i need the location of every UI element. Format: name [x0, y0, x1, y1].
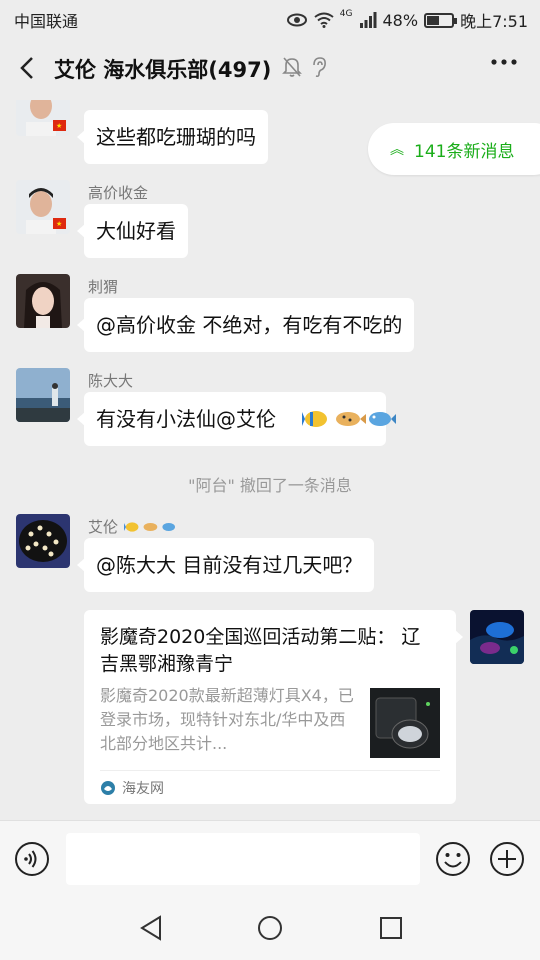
avatar[interactable]: [16, 368, 70, 422]
new-messages-label: 141条新消息: [414, 141, 515, 162]
card-divider: [100, 770, 440, 771]
bell-off-icon: [282, 57, 302, 77]
recall-notice: "阿台" 撤回了一条消息: [188, 476, 352, 495]
network-type: 4G: [339, 9, 353, 19]
new-messages-button[interactable]: ︽ 141条新消息: [368, 123, 540, 175]
message-text: 有没有小法仙@艾伦: [96, 407, 276, 431]
source-logo-icon: [101, 781, 115, 795]
chat-header: 艾伦 海水俱乐部(497): [0, 36, 540, 100]
input-bar: [0, 820, 540, 894]
card-thumbnail: [370, 688, 440, 758]
avatar[interactable]: [16, 274, 70, 328]
message-bubble[interactable]: @高价收金 不绝对，有吃有不吃的: [76, 298, 415, 352]
svg-text:★: ★: [56, 122, 62, 130]
message-bubble[interactable]: 有没有小法仙@艾伦: [77, 392, 396, 446]
card-source-name: 海友网: [122, 781, 164, 797]
battery-icon: [424, 12, 458, 28]
fish-emoji-icons: [123, 522, 175, 532]
nav-home-circle-icon[interactable]: [256, 914, 284, 942]
message-bubble[interactable]: 大仙好看: [77, 204, 188, 258]
double-chevron-up-icon: ︽: [390, 142, 404, 158]
ear-icon: [313, 57, 326, 78]
avatar[interactable]: ★: [16, 100, 70, 136]
message-input[interactable]: [66, 833, 420, 885]
sender-name: 艾伦: [88, 516, 179, 537]
sender-name: 刺猬: [88, 278, 119, 296]
status-icons: 4G 48% 晚上7:51: [286, 8, 528, 32]
card-description: 影魔奇2020款最新超薄灯具X4，已登录市场，现特针对东北/华中及西北部分地区共…: [100, 686, 354, 753]
status-time: 晚上7:51: [460, 12, 528, 31]
my-avatar[interactable]: [470, 610, 524, 664]
card-source: 海友网: [100, 778, 164, 798]
eye-icon: [286, 13, 307, 27]
card-title: 影魔奇2020全国巡回活动第二贴： 辽吉黑鄂湘豫青宁: [100, 626, 421, 675]
chevron-left-icon[interactable]: [14, 54, 42, 82]
more-dots-icon[interactable]: [490, 58, 518, 66]
status-bar: 中国联通 4G 48% 晚上7:51: [0, 0, 540, 36]
system-nav-bar: [0, 894, 540, 960]
signal-icon: [359, 12, 376, 28]
sender-name: 陈大大: [88, 372, 134, 390]
svg-text:★: ★: [56, 220, 62, 228]
emoji-icon[interactable]: [435, 841, 471, 877]
sender-name: 高价收金: [88, 184, 149, 202]
plus-icon[interactable]: [489, 841, 525, 877]
message-bubble[interactable]: 这些都吃珊瑚的吗: [77, 110, 268, 164]
chat-messages[interactable]: ★ 这些都吃珊瑚的吗 ︽ 141条新消息 ★ 高价收金 大仙好看 刺猬 @高价收…: [0, 100, 540, 820]
nav-recents-square-icon[interactable]: [378, 914, 404, 942]
chat-title: 艾伦 海水俱乐部(497): [54, 58, 272, 82]
carrier-name: 中国联通: [14, 12, 79, 31]
fish-emoji-icons: [302, 411, 396, 427]
avatar[interactable]: [16, 514, 70, 568]
nav-back-triangle-icon[interactable]: [138, 914, 164, 942]
message-bubble[interactable]: @陈大大 目前没有过几天吧？: [76, 538, 375, 592]
avatar[interactable]: ★: [16, 180, 70, 234]
voice-icon[interactable]: [14, 841, 50, 877]
sender-name-text: 艾伦: [88, 518, 119, 536]
shared-link-card[interactable]: 影魔奇2020全国巡回活动第二贴： 辽吉黑鄂湘豫青宁 影魔奇2020款最新超薄灯…: [84, 610, 463, 804]
wifi-icon: [314, 12, 334, 28]
battery-percent: 48%: [382, 10, 419, 30]
